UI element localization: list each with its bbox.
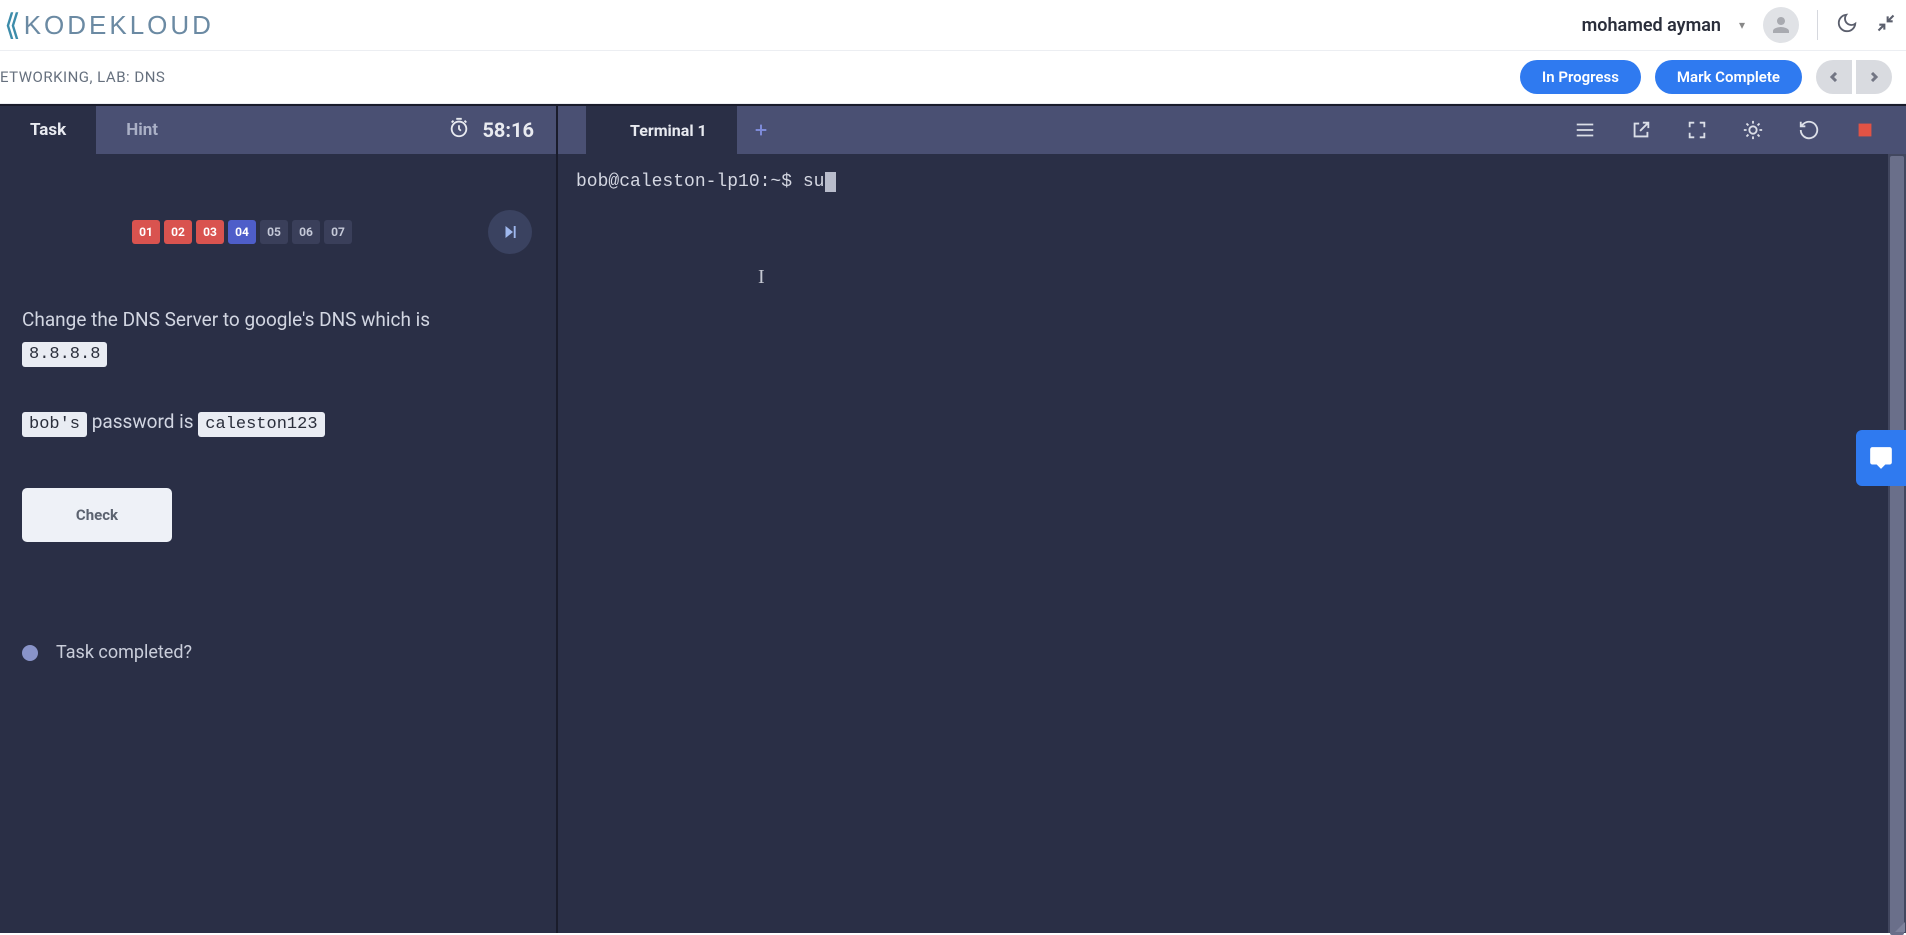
terminal-panel: Terminal 1 xyxy=(558,106,1906,933)
chevron-down-icon[interactable]: ▾ xyxy=(1739,18,1745,32)
prev-button[interactable] xyxy=(1816,60,1852,94)
radio-icon[interactable] xyxy=(22,645,38,661)
fullscreen-icon[interactable] xyxy=(1686,119,1708,141)
top-header: ⟪KODEKLOUD mohamed ayman ▾ xyxy=(0,0,1906,50)
scrollbar-thumb[interactable] xyxy=(1890,156,1904,935)
restore-icon[interactable] xyxy=(1798,119,1820,141)
step-07[interactable]: 07 xyxy=(324,220,352,244)
password-chip: caleston123 xyxy=(198,412,324,437)
next-button[interactable] xyxy=(1856,60,1892,94)
scrollbar[interactable] xyxy=(1888,154,1906,933)
step-06[interactable]: 06 xyxy=(292,220,320,244)
step-03[interactable]: 03 xyxy=(196,220,224,244)
task-credentials: bob's password is caleston123 xyxy=(22,406,534,440)
open-external-icon[interactable] xyxy=(1630,119,1652,141)
task-completed-row: Task completed? xyxy=(22,642,534,663)
terminal-body[interactable]: bob@caleston-lp10:~$ su I xyxy=(558,154,1906,933)
user-chip: bob's xyxy=(22,412,87,437)
menu-icon[interactable] xyxy=(1574,119,1596,141)
task-completed-label: Task completed? xyxy=(56,642,192,663)
next-step-button[interactable] xyxy=(488,210,532,254)
chat-button[interactable] xyxy=(1856,430,1906,486)
dns-ip-chip: 8.8.8.8 xyxy=(22,342,107,367)
terminal-cursor xyxy=(825,172,836,192)
brand-logo: ⟪KODEKLOUD xyxy=(4,8,214,43)
resize-handle[interactable] xyxy=(1895,922,1905,932)
step-02[interactable]: 02 xyxy=(164,220,192,244)
terminal-command: su xyxy=(803,172,825,192)
header-right: mohamed ayman ▾ xyxy=(1582,7,1896,43)
timer-icon xyxy=(448,117,470,143)
mark-complete-button[interactable]: Mark Complete xyxy=(1655,60,1802,94)
divider xyxy=(1817,10,1818,40)
add-terminal-button[interactable] xyxy=(737,106,785,154)
stop-icon[interactable] xyxy=(1854,119,1876,141)
theme-toggle-icon[interactable] xyxy=(1836,12,1858,38)
task-panel: Task Hint 58:16 01 02 03 04 05 06 07 xyxy=(0,106,556,933)
brightness-icon[interactable] xyxy=(1742,119,1764,141)
terminal-tab-1[interactable]: Terminal 1 xyxy=(586,106,737,154)
text-caret-icon: I xyxy=(758,266,765,289)
status-pill[interactable]: In Progress xyxy=(1520,60,1641,94)
tab-hint[interactable]: Hint xyxy=(96,106,188,154)
tab-task[interactable]: Task xyxy=(0,106,96,154)
task-description: Change the DNS Server to google's DNS wh… xyxy=(22,304,534,370)
check-button[interactable]: Check xyxy=(22,488,172,542)
avatar[interactable] xyxy=(1763,7,1799,43)
timer-value: 58:16 xyxy=(482,118,534,142)
step-indicator: 01 02 03 04 05 06 07 xyxy=(132,220,352,244)
minimize-icon[interactable] xyxy=(1876,13,1896,37)
terminal-prompt: bob@caleston-lp10:~$ xyxy=(576,172,803,192)
user-name[interactable]: mohamed ayman xyxy=(1582,15,1721,36)
step-04[interactable]: 04 xyxy=(228,220,256,244)
breadcrumb: ETWORKING, LAB: DNS xyxy=(0,68,165,86)
step-01[interactable]: 01 xyxy=(132,220,160,244)
sub-header: ETWORKING, LAB: DNS In Progress Mark Com… xyxy=(0,50,1906,104)
step-05[interactable]: 05 xyxy=(260,220,288,244)
workspace: Task Hint 58:16 01 02 03 04 05 06 07 xyxy=(0,104,1906,933)
